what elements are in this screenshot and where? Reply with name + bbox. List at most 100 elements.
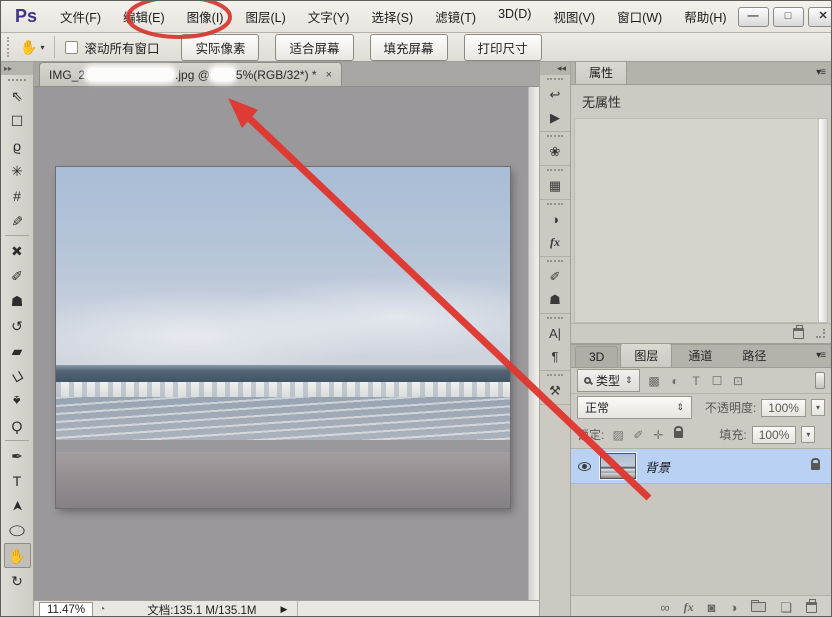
canvas-scrollbar[interactable]	[528, 87, 539, 600]
options-grip-handle[interactable]	[7, 37, 12, 57]
toolbar-grip-handle[interactable]	[8, 79, 26, 81]
tool-presets-panel-icon[interactable]: ⚒	[542, 379, 568, 401]
filter-smart-objects-icon[interactable]: ⊡	[728, 374, 749, 388]
blur-tool[interactable]: ♠	[4, 388, 31, 413]
adjustment-layer-icon[interactable]: ◑	[729, 601, 737, 614]
menu-item-filter[interactable]: 滤镜(T)	[424, 2, 487, 31]
tab-close-icon[interactable]: ×	[326, 69, 332, 81]
menu-item-3d[interactable]: 3D(D)	[487, 2, 542, 31]
grip-handle[interactable]	[547, 135, 563, 137]
layer-style-icon[interactable]: fx	[684, 601, 694, 613]
button-print-size[interactable]: 打印尺寸	[464, 34, 542, 61]
new-group-icon[interactable]	[751, 602, 766, 612]
panel-menu-icon[interactable]: ▾≡	[816, 67, 825, 78]
lock-transparent-pixels-icon[interactable]: ▨	[609, 428, 627, 442]
layer-thumbnail[interactable]	[600, 453, 636, 479]
hand-tool-preset-button[interactable]: ✋ ▾	[20, 39, 44, 56]
menu-item-file[interactable]: 文件(F)	[49, 2, 112, 31]
fill-value-field[interactable]: 100%	[752, 426, 797, 444]
lock-position-icon[interactable]: ✛	[649, 428, 667, 442]
path-selection-tool[interactable]: ➤	[4, 493, 31, 518]
paint-bucket-tool[interactable]: ⊔	[4, 363, 31, 388]
horizontal-type-tool[interactable]: T	[4, 468, 31, 493]
new-layer-icon[interactable]: ❏	[780, 601, 792, 614]
character-panel-icon[interactable]: A|	[542, 322, 568, 344]
strip-collapse-icon[interactable]: ◂◂	[540, 62, 570, 75]
swatches-panel-icon[interactable]: ▦	[542, 174, 568, 196]
lock-image-pixels-icon[interactable]: ✐	[629, 428, 647, 442]
layers-panel-menu-icon[interactable]: ▾≡	[816, 350, 825, 361]
button-actual-pixels[interactable]: 实际像素	[181, 34, 259, 61]
quick-selection-tool[interactable]: ✳	[4, 158, 31, 183]
menu-item-window[interactable]: 窗口(W)	[606, 2, 673, 31]
clone-source-panel-icon[interactable]: ☗	[542, 288, 568, 310]
lock-all-icon[interactable]	[674, 431, 683, 438]
paragraph-panel-icon[interactable]: ¶	[542, 345, 568, 367]
status-menu-arrow-icon[interactable]: ▶	[281, 604, 288, 615]
tab-channels[interactable]: 通道	[674, 343, 726, 367]
delete-layer-icon[interactable]	[806, 602, 817, 613]
layer-visibility-eye-icon[interactable]	[578, 462, 591, 471]
menu-item-view[interactable]: 视图(V)	[542, 2, 606, 31]
grip-handle[interactable]	[547, 374, 563, 376]
spot-healing-brush-tool[interactable]: ✚	[4, 238, 31, 263]
pen-tool[interactable]: ✒	[4, 443, 31, 468]
menu-item-select[interactable]: 选择(S)	[360, 2, 424, 31]
menu-item-edit[interactable]: 编辑(E)	[112, 2, 176, 31]
filter-adjustment-layers-icon[interactable]: ◐	[665, 374, 686, 388]
fill-dropdown-icon[interactable]: ▾	[801, 426, 815, 443]
toolbar-expand-icon[interactable]: ▸▸	[1, 62, 33, 75]
layer-row-background[interactable]: 背景	[571, 449, 831, 484]
canvas[interactable]	[34, 87, 539, 600]
layer-filter-dropdown[interactable]: 类型 ⇕	[577, 369, 640, 392]
tab-properties[interactable]: 属性	[575, 60, 627, 84]
link-layers-icon[interactable]: ∞	[660, 601, 669, 614]
tab-paths[interactable]: 路径	[728, 343, 780, 367]
clone-stamp-tool[interactable]: ☗	[4, 288, 31, 313]
tab-3d[interactable]: 3D	[575, 346, 618, 367]
rotate-view-tool[interactable]: ↻	[4, 568, 31, 593]
ellipse-tool[interactable]: ◯	[4, 518, 31, 543]
delete-icon[interactable]	[793, 328, 804, 339]
button-fit-screen[interactable]: 适合屏幕	[275, 34, 353, 61]
menu-item-image[interactable]: 图像(I)	[176, 2, 235, 31]
close-button[interactable]: ✕	[808, 7, 832, 27]
minimize-button[interactable]: —	[738, 7, 769, 27]
grip-handle[interactable]	[547, 169, 563, 171]
menu-item-type[interactable]: 文字(Y)	[297, 2, 361, 31]
opacity-dropdown-icon[interactable]: ▾	[811, 399, 825, 416]
rectangular-marquee-tool[interactable]: ☐	[4, 108, 31, 133]
hand-tool[interactable]: ✋	[4, 543, 31, 568]
filter-shape-layers-icon[interactable]: ☐	[707, 374, 728, 388]
grip-handle[interactable]	[547, 78, 563, 80]
properties-scrollbar[interactable]	[818, 119, 827, 322]
grip-handle[interactable]	[547, 260, 563, 262]
crop-tool[interactable]: #	[4, 183, 31, 208]
document-tab[interactable]: IMG_2 .jpg @ 5%(RGB/32*) * ×	[39, 62, 342, 86]
styles-panel-icon[interactable]: fx	[542, 231, 568, 253]
filter-toggle-switch[interactable]	[815, 372, 825, 389]
blend-mode-select[interactable]: 正常 ⇕	[577, 396, 692, 419]
add-layer-mask-icon[interactable]: ◙	[708, 601, 716, 614]
filter-type-layers-icon[interactable]: T	[686, 374, 707, 388]
brush-presets-panel-icon[interactable]: ✐	[542, 265, 568, 287]
color-panel-icon[interactable]: ❀	[542, 140, 568, 162]
menu-item-layer[interactable]: 图层(L)	[234, 2, 296, 31]
brush-tool[interactable]: ✐	[4, 263, 31, 288]
grip-handle[interactable]	[547, 203, 563, 205]
history-panel-icon[interactable]: ↩	[542, 83, 568, 105]
actions-panel-icon[interactable]: ▶	[542, 106, 568, 128]
history-brush-tool[interactable]: ↺	[4, 313, 31, 338]
maximize-button[interactable]: □	[773, 7, 804, 27]
move-tool[interactable]: ⇖	[4, 83, 31, 108]
opacity-value-field[interactable]: 100%	[761, 399, 806, 417]
menu-item-help[interactable]: 帮助(H)	[673, 2, 737, 31]
eraser-tool[interactable]: ▰	[4, 338, 31, 363]
eyedropper-tool[interactable]: ✎	[4, 208, 31, 233]
lasso-tool[interactable]: ϱ	[4, 133, 31, 158]
resize-grip-icon[interactable]	[816, 329, 825, 338]
tab-layers[interactable]: 图层	[620, 343, 672, 367]
grip-handle[interactable]	[547, 317, 563, 319]
zoom-level-field[interactable]: 11.47%	[39, 602, 93, 617]
filter-pixel-layers-icon[interactable]: ▩	[644, 374, 665, 388]
